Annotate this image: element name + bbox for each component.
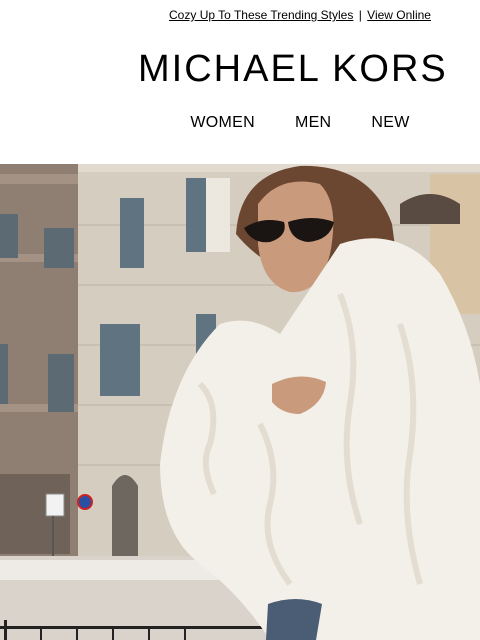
nav-item-new[interactable]: NEW	[371, 113, 409, 133]
hero-image[interactable]	[0, 164, 480, 640]
preheader-link[interactable]: Cozy Up To These Trending Styles	[169, 8, 353, 22]
main-nav: WOMEN MEN NEW	[0, 113, 480, 133]
view-online-link[interactable]: View Online	[367, 8, 431, 22]
nav-item-men[interactable]: MEN	[295, 113, 331, 133]
hero-photo	[0, 164, 480, 640]
preheader: Cozy Up To These Trending Styles | View …	[0, 6, 480, 24]
nav-item-women[interactable]: WOMEN	[190, 113, 255, 133]
preheader-separator: |	[358, 8, 362, 22]
brand-logo[interactable]: MICHAEL KORS	[138, 46, 448, 92]
